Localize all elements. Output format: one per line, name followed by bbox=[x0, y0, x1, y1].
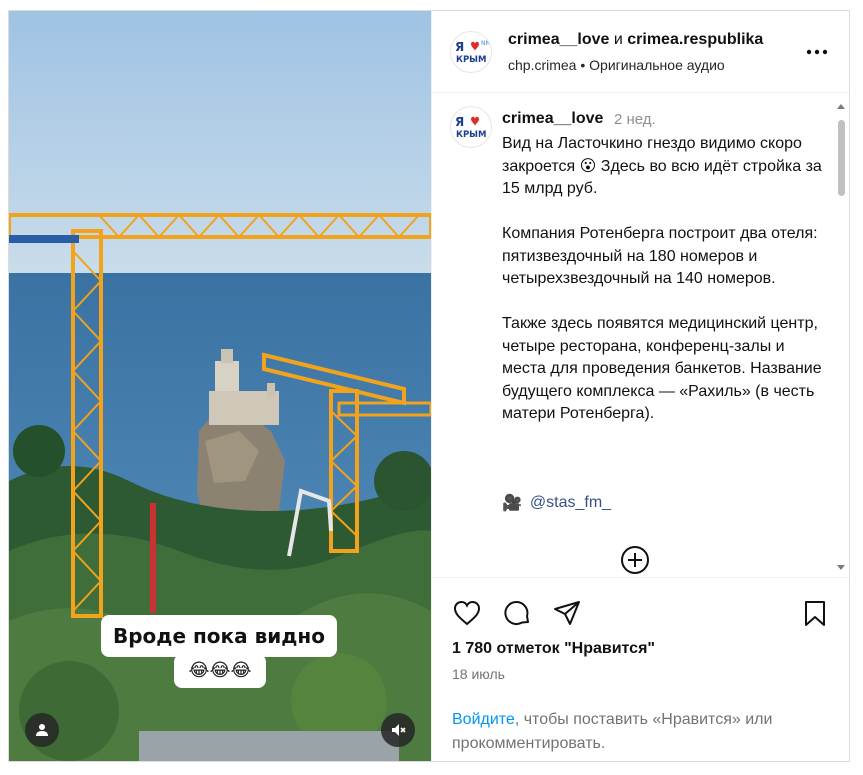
comments-scrollbar[interactable] bbox=[836, 104, 846, 570]
svg-text:Я: Я bbox=[455, 40, 464, 54]
plus-circle-icon[interactable] bbox=[620, 545, 650, 575]
caption-time[interactable]: 2 нед. bbox=[614, 111, 656, 128]
user-icon bbox=[36, 724, 48, 736]
speaker-muted-icon bbox=[392, 724, 406, 736]
post-video[interactable]: Вроде пока видно 😂😂😂 bbox=[9, 11, 431, 761]
video-caption: Вроде пока видно bbox=[101, 615, 337, 657]
caption-paragraph: Также здесь появятся медицинский центр, … bbox=[502, 315, 822, 422]
caption-text: Вид на Ласточкино гнездо видимо скоро за… bbox=[502, 133, 832, 448]
login-link[interactable]: Войдите bbox=[452, 711, 515, 728]
caption-avatar[interactable]: Я КРЫМ bbox=[450, 106, 492, 148]
audio-subtitle[interactable]: chp.crimea • Оригинальное аудио bbox=[508, 57, 725, 73]
post-dialog: Вроде пока видно 😂😂😂 Я NM КРЫМ crimea__l… bbox=[8, 10, 850, 762]
paper-plane-icon[interactable] bbox=[552, 598, 582, 628]
coauthor-username[interactable]: crimea.respublika bbox=[627, 31, 763, 48]
author-avatar[interactable]: Я NM КРЫМ bbox=[450, 31, 492, 73]
video-camera-icon: 🎥 bbox=[502, 495, 522, 512]
scroll-up-arrow-icon[interactable] bbox=[837, 104, 845, 109]
heart-icon[interactable] bbox=[452, 598, 482, 628]
likes-count[interactable]: 1 780 отметок "Нравится" bbox=[452, 640, 655, 658]
author-username[interactable]: crimea__love bbox=[508, 31, 609, 48]
svg-text:Я: Я bbox=[455, 115, 464, 129]
scroll-down-arrow-icon[interactable] bbox=[837, 565, 845, 570]
scrollbar-thumb[interactable] bbox=[838, 120, 845, 196]
authors-conjunction: и bbox=[613, 31, 623, 48]
post-header: Я NM КРЫМ crimea__love и crimea.respubli… bbox=[432, 11, 849, 93]
post-authors: crimea__love и crimea.respublika bbox=[508, 31, 763, 49]
post-actions: 1 780 отметок "Нравится" 18 июль Войдите… bbox=[432, 577, 849, 761]
crimea-love-logo: Я NM КРЫМ bbox=[455, 40, 491, 65]
video-caption-emoji: 😂😂😂 bbox=[174, 654, 266, 688]
caption-username[interactable]: crimea__love bbox=[502, 110, 603, 128]
post-date[interactable]: 18 июль bbox=[452, 666, 505, 682]
svg-text:NM: NM bbox=[481, 40, 491, 47]
caption-paragraph: Компания Ротенберга построит два отеля: … bbox=[502, 225, 818, 287]
comment-bubble-icon[interactable] bbox=[502, 598, 532, 628]
caption-credit: 🎥 @stas_fm_ bbox=[502, 493, 611, 513]
more-horizontal-icon bbox=[806, 49, 828, 55]
mention-link[interactable]: @stas_fm_ bbox=[530, 494, 611, 512]
caption-paragraph: Вид на Ласточкино гнездо видимо скоро за… bbox=[502, 135, 822, 197]
svg-text:КРЫМ: КРЫМ bbox=[456, 130, 486, 140]
tagged-users-button[interactable] bbox=[25, 713, 59, 747]
bookmark-icon[interactable] bbox=[800, 598, 830, 628]
caption-section: Я КРЫМ crimea__love 2 нед. Вид на Ласточ… bbox=[432, 94, 849, 577]
post-sidebar: Я NM КРЫМ crimea__love и crimea.respubli… bbox=[431, 11, 849, 761]
crimea-love-logo: Я КРЫМ bbox=[455, 115, 486, 140]
more-options-button[interactable] bbox=[804, 39, 830, 65]
mute-button[interactable] bbox=[381, 713, 415, 747]
login-prompt: Войдите, чтобы поставить «Нравится» или … bbox=[452, 708, 822, 756]
svg-text:КРЫМ: КРЫМ bbox=[456, 55, 486, 65]
